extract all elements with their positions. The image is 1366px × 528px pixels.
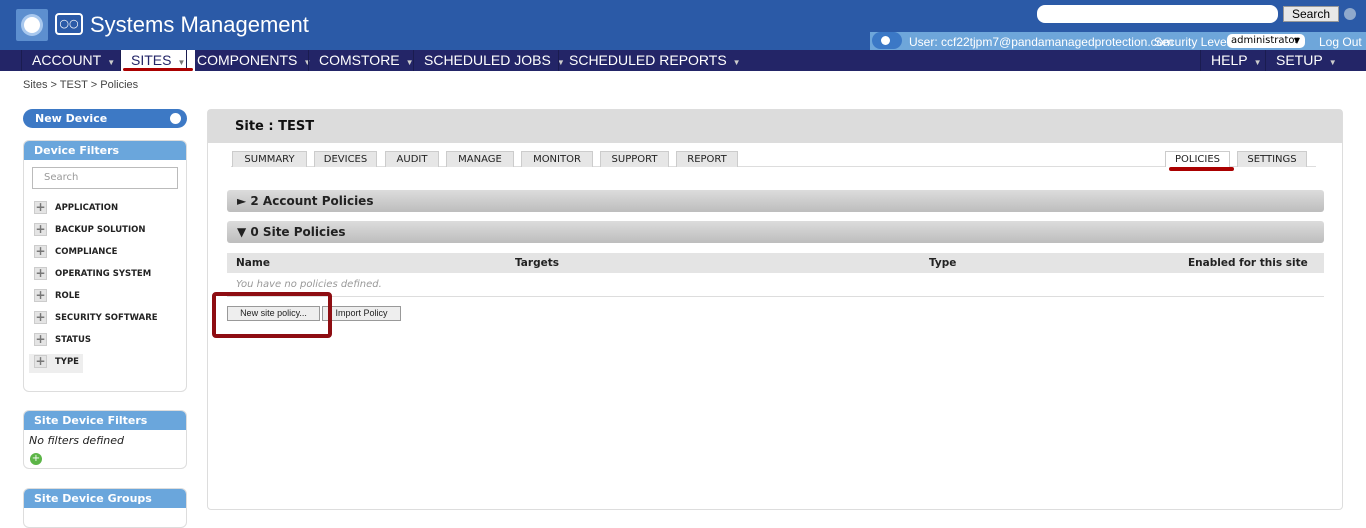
expand-icon: + [34, 332, 47, 346]
panel-title: Site Device Groups [24, 489, 186, 508]
arrow-right-icon [170, 113, 181, 124]
account-policies-toggle[interactable]: ► 2 Account Policies [227, 190, 1324, 212]
brand-logo [16, 9, 48, 41]
filter-role[interactable]: + ROLE [34, 288, 80, 305]
security-level-select[interactable]: administrator ▼ [1227, 34, 1305, 48]
chevron-down-icon: ▼ [107, 58, 116, 67]
device-filters-panel: Device Filters Search + APPLICATION + BACK… [23, 140, 187, 392]
no-filters-text: No filters defined [29, 434, 125, 447]
chevron-down-icon: ▼ [732, 58, 741, 67]
tab-monitor[interactable]: MONITOR [521, 151, 593, 167]
filter-compliance[interactable]: + COMPLIANCE [34, 244, 117, 261]
filter-application[interactable]: + APPLICATION [34, 200, 118, 217]
cloud-icon [872, 32, 902, 49]
expand-icon: + [34, 354, 47, 368]
chevron-down-icon: ▼ [177, 58, 186, 67]
panel-header [208, 110, 1342, 143]
logout-link[interactable]: Log Out [1319, 35, 1362, 49]
nav-setup[interactable]: SETUP ▼ [1265, 50, 1347, 71]
chevron-down-icon: ▼ [1328, 58, 1337, 67]
nav-comstore[interactable]: COMSTORE ▼ [308, 50, 424, 71]
breadcrumb[interactable]: Sites > TEST > Policies [23, 79, 138, 91]
tab-summary[interactable]: SUMMARY [232, 151, 307, 167]
empty-message: You have no policies defined. [236, 279, 382, 290]
tab-report[interactable]: REPORT [676, 151, 738, 167]
column-enabled[interactable]: Enabled for this site [1188, 257, 1308, 269]
add-icon[interactable]: + [30, 453, 42, 465]
chevron-down-icon: ▼ [1253, 58, 1262, 67]
site-device-groups-panel: Site Device Groups [23, 488, 187, 528]
expand-icon: + [34, 200, 47, 214]
systems-management-icon: ○○ [55, 13, 83, 35]
import-policy-button[interactable]: Import Policy [322, 306, 401, 321]
app-title: Systems Management [90, 12, 309, 37]
help-icon[interactable] [1344, 8, 1356, 20]
nav-components[interactable]: COMPONENTS ▼ [186, 50, 321, 71]
panel-title: Device Filters [24, 141, 186, 160]
expand-icon: + [34, 244, 47, 258]
highlight-underline [123, 68, 193, 71]
filter-security-software[interactable]: + SECURITY SOFTWARE [34, 310, 158, 327]
nav-help[interactable]: HELP ▼ [1200, 50, 1272, 71]
tab-policies[interactable]: POLICIES [1165, 151, 1230, 167]
panel-title: Site Device Filters [24, 411, 186, 430]
expand-icon: + [34, 310, 47, 324]
tab-devices[interactable]: DEVICES [314, 151, 377, 167]
security-level-value: administrator [1231, 35, 1299, 46]
filter-status[interactable]: + STATUS [34, 332, 91, 349]
search-input[interactable] [1037, 5, 1278, 23]
nav-scheduled-reports[interactable]: SCHEDULED REPORTS ▼ [558, 50, 751, 71]
tab-support[interactable]: SUPPORT [600, 151, 669, 167]
page-title: Site : TEST [235, 119, 315, 134]
column-type[interactable]: Type [929, 257, 956, 269]
table-header: Name Targets Type Enabled for this site [227, 253, 1324, 273]
site-policies-toggle[interactable]: ▼ 0 Site Policies [227, 221, 1324, 243]
tab-manage[interactable]: MANAGE [446, 151, 514, 167]
tab-audit[interactable]: AUDIT [385, 151, 439, 167]
expand-icon: + [34, 222, 47, 236]
filter-type[interactable]: + TYPE [29, 354, 83, 373]
search-button[interactable]: Search [1283, 6, 1339, 22]
filter-search-input[interactable]: Search [32, 167, 178, 189]
filter-backup-solution[interactable]: + BACKUP SOLUTION [34, 222, 146, 239]
nav-scheduled-jobs[interactable]: SCHEDULED JOBS ▼ [413, 50, 575, 71]
user-email: User: ccf22tjpm7@pandamanagedprotection.… [909, 35, 1174, 49]
security-level-label: Security Level: [1154, 35, 1233, 49]
highlight-box [212, 292, 332, 338]
highlight-underline [1169, 167, 1234, 171]
tab-settings[interactable]: SETTINGS [1237, 151, 1307, 167]
nav-account[interactable]: ACCOUNT ▼ [21, 50, 125, 71]
expand-icon: + [34, 288, 47, 302]
new-device-button[interactable]: New Device [23, 109, 187, 128]
divider [227, 296, 1324, 297]
column-name[interactable]: Name [236, 257, 270, 269]
filter-operating-system[interactable]: + OPERATING SYSTEM [34, 266, 151, 283]
column-targets[interactable]: Targets [515, 257, 559, 269]
site-device-filters-panel: Site Device Filters No filters defined + [23, 410, 187, 469]
expand-icon: + [34, 266, 47, 280]
